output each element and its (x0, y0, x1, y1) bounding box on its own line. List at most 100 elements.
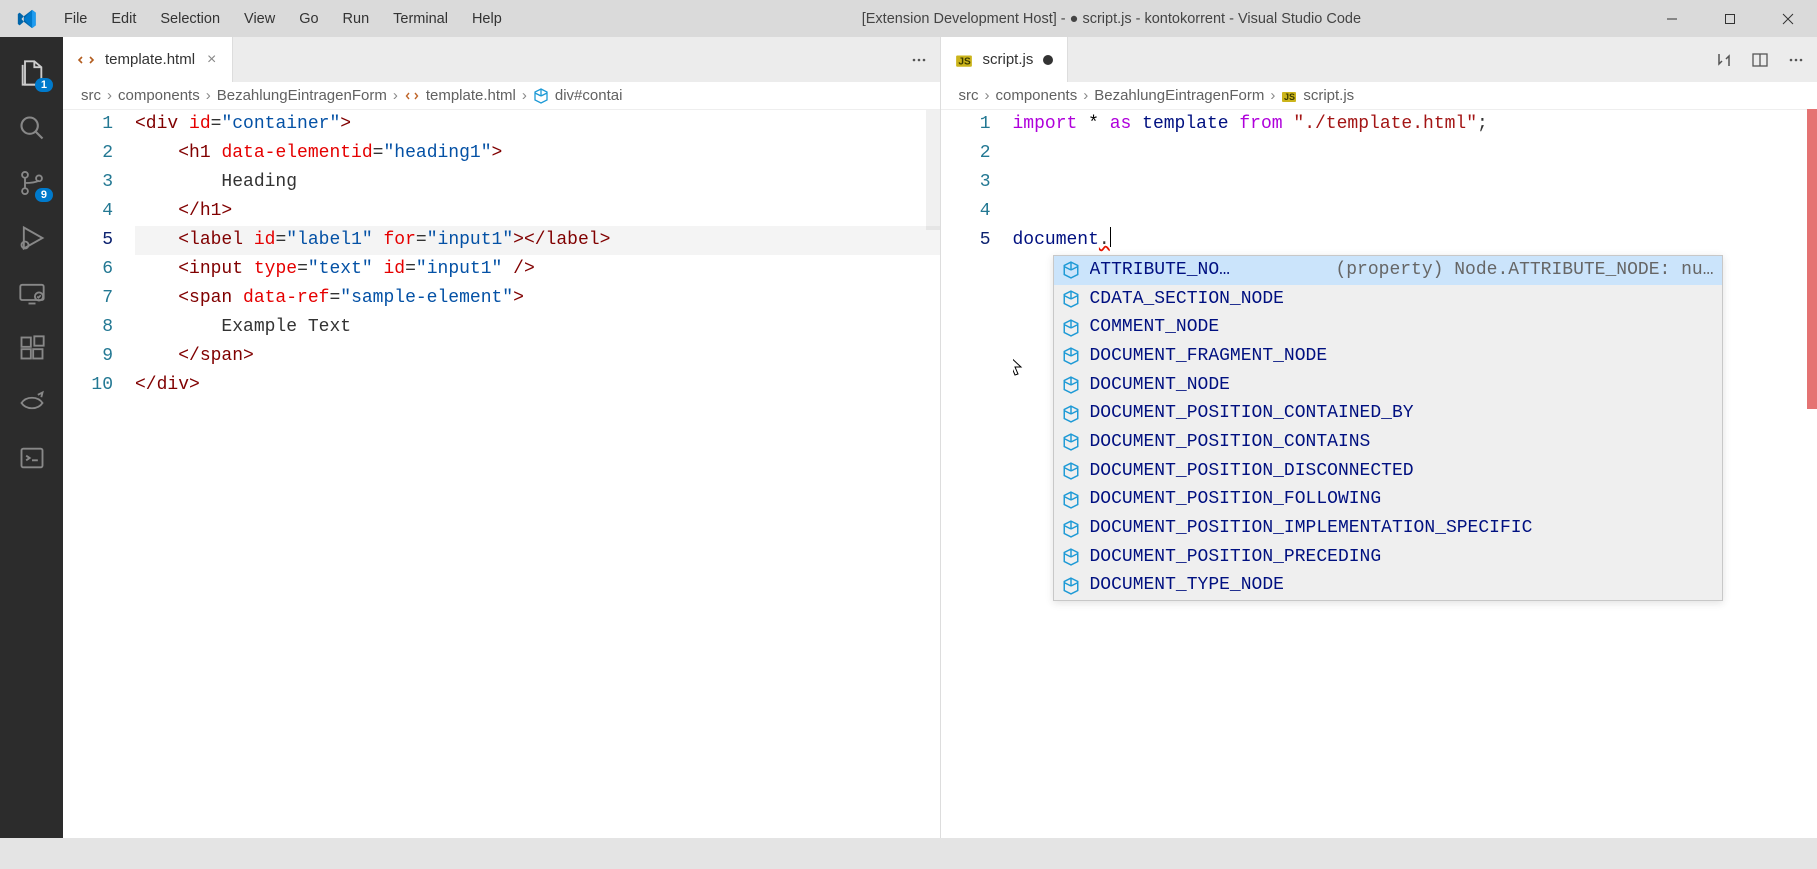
property-icon (1062, 577, 1080, 595)
breadcrumb-item[interactable]: src (959, 87, 979, 104)
activity-extensions[interactable] (0, 320, 63, 375)
code-content[interactable]: <div id="container"> <h1 data-elementid=… (135, 110, 940, 838)
menu-help[interactable]: Help (460, 7, 514, 31)
suggest-label: DOCUMENT_NODE (1090, 371, 1230, 400)
tab-close-icon[interactable]: × (205, 51, 218, 69)
property-icon (1062, 376, 1080, 394)
maximize-button[interactable] (1701, 0, 1759, 37)
editor-pane-right: script.js src › com (941, 37, 1817, 838)
activity-search[interactable] (0, 100, 63, 155)
property-icon (1062, 290, 1080, 308)
code-editor-right[interactable]: 1 2 3 4 5 import * as template from "./t… (941, 110, 1817, 838)
suggest-item[interactable]: COMMENT_NODE (1054, 313, 1722, 342)
line-number-gutter: 1 2 3 4 5 (941, 110, 1013, 838)
window-controls (1643, 0, 1817, 37)
activity-run-debug[interactable] (0, 210, 63, 265)
breadcrumb-item[interactable]: template.html (404, 87, 516, 104)
close-button[interactable] (1759, 0, 1817, 37)
suggest-item[interactable]: DOCUMENT_FRAGMENT_NODE (1054, 342, 1722, 371)
property-icon (1062, 548, 1080, 566)
suggest-label: DOCUMENT_POSITION_DISCONNECTED (1090, 457, 1414, 486)
chevron-right-icon: › (522, 87, 527, 104)
code-editor-left[interactable]: 1 2 3 4 5 6 7 8 9 10 <div id="container"… (63, 110, 940, 838)
suggest-label: ATTRIBUTE_NO… (1090, 256, 1230, 285)
suggest-label: DOCUMENT_TYPE_NODE (1090, 571, 1284, 600)
chevron-right-icon: › (393, 87, 398, 104)
editor-more-actions[interactable] (908, 49, 930, 71)
line-number-gutter: 1 2 3 4 5 6 7 8 9 10 (63, 110, 135, 838)
suggest-item[interactable]: DOCUMENT_NODE (1054, 371, 1722, 400)
activity-bar: 1 9 (0, 37, 63, 838)
js-file-icon (955, 51, 973, 69)
breadcrumb-item[interactable]: src (81, 87, 101, 104)
menu-selection[interactable]: Selection (148, 7, 232, 31)
tab-script-js[interactable]: script.js (941, 37, 1069, 82)
menu-go[interactable]: Go (287, 7, 330, 31)
property-icon (1062, 491, 1080, 509)
property-icon (1062, 319, 1080, 337)
suggest-label: COMMENT_NODE (1090, 313, 1220, 342)
chevron-right-icon: › (1270, 87, 1275, 104)
explorer-badge: 1 (35, 78, 53, 92)
window-title: [Extension Development Host] - ● script.… (514, 11, 1809, 27)
editor-pane-left: template.html × src › components › Bezah… (63, 37, 941, 838)
suggest-item[interactable]: CDATA_SECTION_NODE (1054, 285, 1722, 314)
suggest-item[interactable]: ATTRIBUTE_NO…(property) Node.ATTRIBUTE_N… (1054, 256, 1722, 285)
breadcrumb-item[interactable]: script.js (1281, 87, 1354, 104)
suggest-label: DOCUMENT_POSITION_FOLLOWING (1090, 485, 1382, 514)
activity-terminal-panel[interactable] (0, 430, 63, 485)
suggest-item[interactable]: DOCUMENT_POSITION_FOLLOWING (1054, 486, 1722, 515)
breadcrumb-item[interactable]: BezahlungEintragenForm (217, 87, 387, 104)
menu-file[interactable]: File (52, 7, 99, 31)
editor-more-actions[interactable] (1785, 49, 1807, 71)
tab-dirty-indicator (1043, 55, 1053, 65)
tab-template-html[interactable]: template.html × (63, 37, 233, 82)
chevron-right-icon: › (206, 87, 211, 104)
menu-run[interactable]: Run (331, 7, 382, 31)
property-icon (1062, 462, 1080, 480)
suggest-label: DOCUMENT_FRAGMENT_NODE (1090, 342, 1328, 371)
breadcrumb-item[interactable]: BezahlungEintragenForm (1094, 87, 1264, 104)
breadcrumbs-left[interactable]: src › components › BezahlungEintragenFor… (63, 82, 940, 110)
menu-edit[interactable]: Edit (99, 7, 148, 31)
property-icon (1062, 261, 1080, 279)
overview-ruler-error-marker (1807, 109, 1817, 409)
menu-terminal[interactable]: Terminal (381, 7, 460, 31)
activity-source-control[interactable]: 9 (0, 155, 63, 210)
chevron-right-icon: › (107, 87, 112, 104)
suggest-item[interactable]: DOCUMENT_POSITION_DISCONNECTED (1054, 457, 1722, 486)
tab-label: script.js (983, 51, 1034, 68)
code-content[interactable]: import * as template from "./template.ht… (1013, 110, 1817, 838)
intellisense-suggest-widget[interactable]: ATTRIBUTE_NO…(property) Node.ATTRIBUTE_N… (1053, 255, 1723, 601)
breadcrumbs-right[interactable]: src › components › BezahlungEintragenFor… (941, 82, 1817, 110)
suggest-label: DOCUMENT_POSITION_IMPLEMENTATION_SPECIFI… (1090, 514, 1533, 543)
suggest-item[interactable]: DOCUMENT_POSITION_CONTAINS (1054, 428, 1722, 457)
activity-remote[interactable] (0, 265, 63, 320)
app-logo-icon (16, 8, 38, 30)
breadcrumb-item[interactable]: components (996, 87, 1078, 104)
chevron-right-icon: › (1083, 87, 1088, 104)
suggest-label: DOCUMENT_POSITION_CONTAINS (1090, 428, 1371, 457)
suggest-item[interactable]: DOCUMENT_POSITION_CONTAINED_BY (1054, 399, 1722, 428)
suggest-item[interactable]: DOCUMENT_TYPE_NODE (1054, 572, 1722, 601)
suggest-item[interactable]: DOCUMENT_POSITION_IMPLEMENTATION_SPECIFI… (1054, 514, 1722, 543)
property-icon (1062, 405, 1080, 423)
title-bar: File Edit Selection View Go Run Terminal… (0, 0, 1817, 37)
activity-explorer[interactable]: 1 (0, 45, 63, 100)
breadcrumb-item[interactable]: div#contai (533, 87, 623, 104)
scm-badge: 9 (35, 188, 53, 202)
property-icon (1062, 520, 1080, 538)
suggest-item[interactable]: DOCUMENT_POSITION_PRECEDING (1054, 543, 1722, 572)
tab-bar-left: template.html × (63, 37, 940, 82)
compare-changes-icon[interactable] (1713, 49, 1735, 71)
activity-share[interactable] (0, 375, 63, 430)
menu-view[interactable]: View (232, 7, 287, 31)
property-icon (1062, 433, 1080, 451)
breadcrumb-item[interactable]: components (118, 87, 200, 104)
suggest-label: CDATA_SECTION_NODE (1090, 285, 1284, 314)
chevron-right-icon: › (985, 87, 990, 104)
text-cursor (1110, 227, 1111, 247)
split-editor-icon[interactable] (1749, 49, 1771, 71)
minimize-button[interactable] (1643, 0, 1701, 37)
overview-ruler[interactable] (926, 110, 940, 230)
